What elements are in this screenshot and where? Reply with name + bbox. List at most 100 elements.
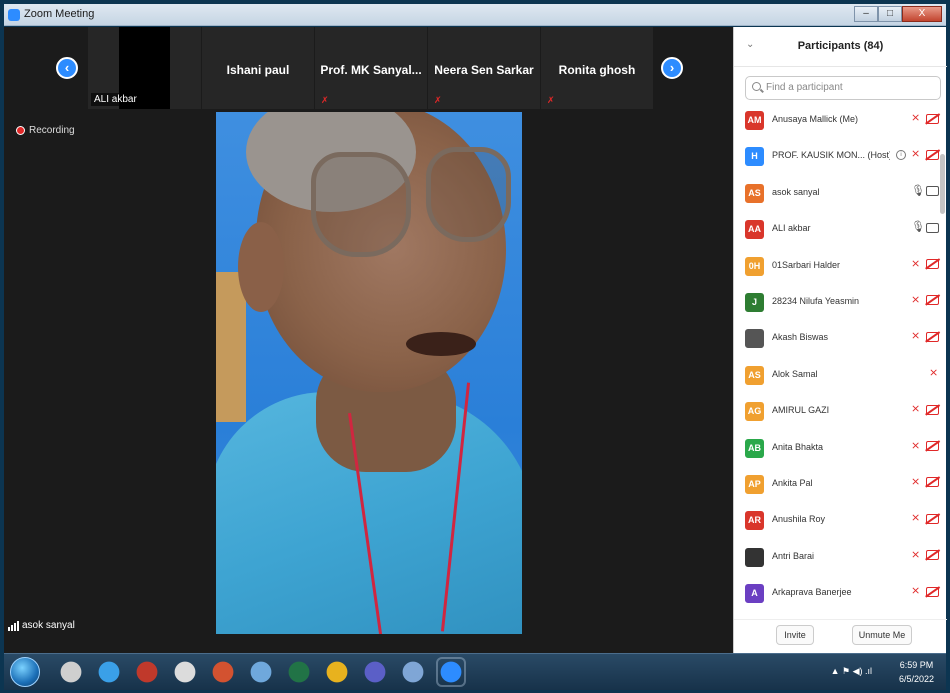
minimize-button[interactable]: – <box>854 6 878 22</box>
participant-list-scrollbar[interactable] <box>940 104 945 614</box>
maximize-button[interactable]: □ <box>878 6 902 22</box>
participant-name: PROF. KAUSIK MON... (Host) <box>772 150 890 161</box>
camera-off-icon <box>926 550 939 561</box>
active-speaker-video[interactable] <box>216 112 522 634</box>
participant-photo-avatar <box>745 329 764 349</box>
participant-avatar: AG <box>745 402 764 422</box>
participant-row[interactable]: AG AMIRUL GAZI ⨯ <box>734 395 947 431</box>
participant-row[interactable]: Antri Barai ⨯ <box>734 541 947 577</box>
participant-status-icons: i ⨯ <box>896 148 939 161</box>
participants-title: Participants (84) <box>797 40 884 52</box>
participant-name: Ankita Pal <box>772 477 813 488</box>
video-tile[interactable]: ALI akbar <box>88 27 201 109</box>
participant-row[interactable]: AM Anusaya Mallick (Me) ⨯ <box>734 104 947 140</box>
notepad-icon[interactable] <box>400 659 426 685</box>
windows-start-icon[interactable] <box>10 657 40 687</box>
recording-dot-icon <box>16 126 25 135</box>
chrome-icon[interactable] <box>324 659 350 685</box>
microphone-muted-icon: ⨯ <box>911 585 921 598</box>
participant-row[interactable]: H PROF. KAUSIK MON... (Host) i ⨯ <box>734 140 947 176</box>
participant-name: ALI akbar <box>772 223 811 234</box>
internet-explorer-icon[interactable] <box>96 659 122 685</box>
participant-status-icons: ⨯ <box>911 403 939 416</box>
video-ear <box>238 222 284 312</box>
zoom-app-icon <box>8 9 20 21</box>
network-app-icon[interactable] <box>248 659 274 685</box>
video-background-wall <box>216 272 246 422</box>
camera-off-icon <box>926 477 939 488</box>
video-tile[interactable]: Prof. MK Sanyal... ✗ <box>315 27 427 109</box>
shield-app-icon[interactable] <box>58 659 84 685</box>
participant-name: Arkaprava Banerjee <box>772 587 852 598</box>
participant-row[interactable]: AS asok sanyal 🎙 <box>734 177 947 213</box>
participant-name: 01Sarbari Halder <box>772 259 841 270</box>
participant-status-icons: ⨯ <box>911 330 939 343</box>
video-tile[interactable]: Neera Sen Sarkar ✗ <box>428 27 540 109</box>
zoom-icon[interactable] <box>438 659 464 685</box>
microphone-muted-icon: ⨯ <box>911 148 921 161</box>
video-tile[interactable]: Ronita ghosh ✗ <box>541 27 653 109</box>
signal-strength-icon <box>8 621 19 631</box>
participant-row[interactable]: AR Anushila Roy ⨯ <box>734 504 947 540</box>
participant-row[interactable]: AS Alok Samal ⨯ <box>734 359 947 395</box>
taskbar: ▲ ⚑ ◀) .ıl 6:59 PM 6/5/2022 <box>4 653 946 690</box>
microphone-muted-icon: ⨯ <box>911 439 921 452</box>
participants-footer: Invite Unmute Me <box>734 619 947 653</box>
video-area: ‹ ALI akbar Ishani paul Prof. MK Sanyal.… <box>4 27 733 653</box>
tray-icons[interactable]: ▲ ⚑ ◀) .ıl <box>831 666 872 677</box>
participant-name: Anusaya Mallick (Me) <box>772 114 859 124</box>
camera-off-icon <box>926 149 939 160</box>
unmute-me-button[interactable]: Unmute Me <box>852 625 912 645</box>
participant-avatar: A <box>745 584 764 604</box>
participant-row[interactable]: J 28234 Nilufa Yeasmin ⨯ <box>734 286 947 322</box>
camera-off-icon <box>926 113 939 124</box>
camera-off-icon <box>926 331 939 342</box>
participant-status-icons: ⨯ <box>929 367 939 380</box>
participant-avatar: H <box>745 147 764 167</box>
tile-name-label: ALI akbar <box>91 93 140 106</box>
next-page-button[interactable]: › <box>661 57 683 79</box>
media-app-icon[interactable] <box>134 659 160 685</box>
camera-off-icon <box>926 295 939 306</box>
participants-header: ⌄ Participants (84) <box>734 27 947 67</box>
close-button[interactable]: X <box>902 6 942 22</box>
tile-name-label: Ronita ghosh <box>558 63 636 77</box>
search-placeholder: Find a participant <box>766 82 843 93</box>
participant-row[interactable]: AB Anita Bhakta ⨯ <box>734 432 947 468</box>
clock[interactable]: 6:59 PM 6/5/2022 <box>899 658 934 686</box>
participant-row[interactable]: AA ALI akbar 🎙 <box>734 213 947 249</box>
mic-muted-icon: ✗ <box>321 95 329 105</box>
participant-row[interactable]: 0H 01Sarbari Halder ⨯ <box>734 250 947 286</box>
camera-off-icon <box>926 404 939 415</box>
participant-search-input[interactable]: Find a participant <box>745 76 941 100</box>
participants-panel: ⌄ Participants (84) Find a participant A… <box>733 27 947 653</box>
excel-icon[interactable] <box>286 659 312 685</box>
search-icon <box>752 82 761 91</box>
microphone-muted-icon: ⨯ <box>929 366 939 379</box>
participant-avatar: 0H <box>745 256 764 276</box>
participant-row[interactable]: AP Ankita Pal ⨯ <box>734 468 947 504</box>
participant-name: Anushila Roy <box>772 514 826 525</box>
participant-photo-avatar <box>745 547 764 567</box>
participant-avatar: AS <box>745 183 764 203</box>
camera-icon <box>926 186 939 197</box>
video-tile[interactable]: Ishani paul <box>202 27 314 109</box>
microphone-muted-icon: ⨯ <box>911 330 921 343</box>
invite-button[interactable]: Invite <box>776 625 814 645</box>
clock-time: 6:59 PM <box>899 660 934 670</box>
clock-date: 6/5/2022 <box>898 674 934 684</box>
previous-page-button[interactable]: ‹ <box>56 57 78 79</box>
scrollbar-thumb[interactable] <box>940 154 945 214</box>
powerpoint-icon[interactable] <box>210 659 236 685</box>
teams-icon[interactable] <box>362 659 388 685</box>
camera-off-icon <box>926 513 939 524</box>
speaker-name: asok sanyal <box>22 620 75 631</box>
paint-icon[interactable] <box>172 659 198 685</box>
participant-status-icons: ⨯ <box>911 440 939 453</box>
participant-row[interactable]: A Arkaprava Banerjee ⨯ <box>734 577 947 613</box>
camera-icon <box>926 222 939 233</box>
participant-row[interactable]: Akash Biswas ⨯ <box>734 322 947 358</box>
participant-name: Akash Biswas <box>772 332 829 343</box>
recording-indicator[interactable]: Recording <box>16 125 75 136</box>
microphone-muted-icon: ⨯ <box>911 475 921 488</box>
